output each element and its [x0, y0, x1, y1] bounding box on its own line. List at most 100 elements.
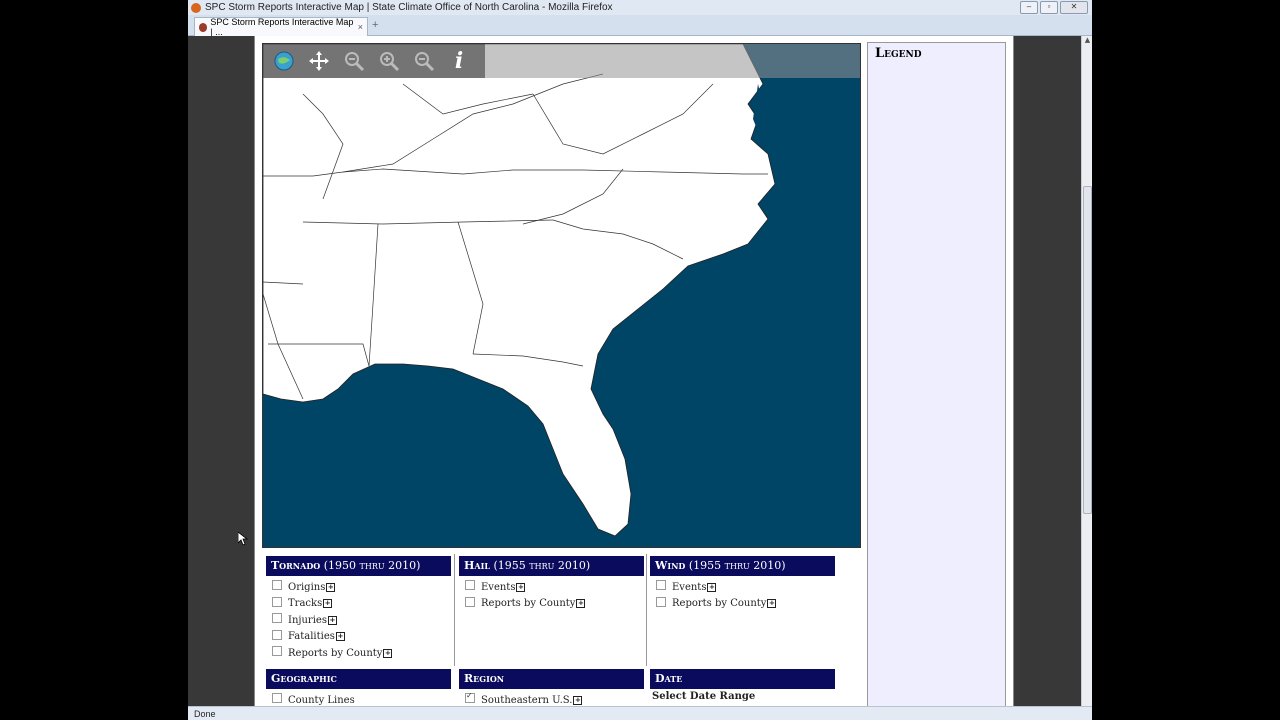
expand-icon[interactable]: +: [573, 695, 583, 705]
map-toolbar-strip: [485, 44, 860, 78]
tornado-title: Tornado: [271, 559, 321, 572]
hail-reports-by-county-option[interactable]: Reports by County +: [459, 596, 644, 613]
map-svg[interactable]: [263, 44, 860, 547]
close-button[interactable]: ✕: [1060, 1, 1088, 14]
favicon-icon: [199, 22, 208, 32]
panel-divider: [454, 554, 455, 666]
panel-divider: [646, 554, 647, 666]
wind-reports-by-county-option[interactable]: Reports by County +: [650, 596, 835, 613]
checkbox[interactable]: [272, 613, 282, 624]
option-label: Origins: [288, 581, 326, 593]
checkbox[interactable]: [272, 646, 282, 657]
globe-icon[interactable]: [271, 48, 297, 74]
geographic-header: Geographic: [266, 669, 451, 689]
region-header: Region: [459, 669, 644, 689]
tornado-origins-option[interactable]: Origins +: [266, 579, 451, 596]
southeastern-us-option[interactable]: Southeastern U.S.+: [459, 691, 644, 706]
checkbox[interactable]: [272, 580, 282, 591]
firefox-icon: [191, 2, 201, 13]
option-label: Reports by County: [288, 647, 383, 659]
page-viewport: i Legend Tornado (1950 thru 2010) Origin…: [188, 36, 1081, 706]
scroll-up-icon[interactable]: ▲: [1082, 36, 1092, 44]
tornado-panel: Tornado (1950 thru 2010) Origins + Tracks…: [266, 556, 451, 662]
option-label: County Lines: [288, 694, 355, 706]
expand-icon[interactable]: +: [326, 582, 336, 592]
option-label: Reports by County: [672, 598, 767, 610]
info-icon[interactable]: i: [446, 48, 472, 74]
select-date-range-label: Select Date Range: [652, 691, 756, 702]
expand-icon[interactable]: +: [516, 582, 526, 592]
zoom-in-icon[interactable]: [376, 48, 402, 74]
minimize-button[interactable]: –: [1020, 1, 1038, 14]
expand-icon[interactable]: +: [707, 582, 717, 592]
option-label: Tracks: [288, 598, 323, 610]
option-label: Southeastern U.S.: [481, 694, 573, 706]
tab-spc-storm-reports[interactable]: SPC Storm Reports Interactive Map | ... …: [194, 17, 368, 37]
option-label: Injuries: [288, 614, 327, 626]
wind-title: Wind: [655, 559, 686, 572]
hail-panel: Hail (1955 thru 2010) Events + Reports by…: [459, 556, 644, 612]
window-title: SPC Storm Reports Interactive Map | Stat…: [205, 2, 613, 13]
map-toolbar: i: [263, 44, 485, 78]
expand-icon[interactable]: +: [327, 615, 337, 625]
geographic-title: Geographic: [271, 672, 337, 685]
page-content: i Legend Tornado (1950 thru 2010) Origin…: [254, 36, 1014, 706]
legend-panel: Legend: [867, 42, 1006, 706]
expand-icon[interactable]: +: [335, 632, 345, 642]
storm-map[interactable]: i: [262, 43, 861, 548]
tab-close-icon[interactable]: ×: [358, 22, 363, 32]
tab-label: SPC Storm Reports Interactive Map | ...: [210, 17, 354, 37]
geographic-panel: Geographic County Lines: [266, 669, 451, 706]
browser-window: SPC Storm Reports Interactive Map | Stat…: [188, 0, 1092, 720]
option-label: Events: [672, 581, 707, 593]
window-controls: – ▫ ✕: [1020, 1, 1088, 14]
date-header: Date: [650, 669, 835, 689]
wind-panel: Wind (1955 thru 2010) Events + Reports by…: [650, 556, 835, 612]
zoom-out-icon[interactable]: [411, 48, 437, 74]
wind-header: Wind (1955 thru 2010): [650, 556, 835, 576]
wind-range: (1955 thru 2010): [688, 559, 786, 572]
option-label: Fatalities: [288, 631, 335, 643]
tornado-range: (1950 thru 2010): [323, 559, 421, 572]
info-glyph: i: [454, 48, 464, 74]
county-lines-option[interactable]: County Lines: [266, 692, 451, 706]
tornado-injuries-option[interactable]: Injuries +: [266, 612, 451, 629]
status-text: Done: [194, 709, 216, 719]
zoom-out-box-icon[interactable]: [341, 48, 367, 74]
region-panel: Region Southeastern U.S.+: [459, 669, 644, 706]
checkbox-checked[interactable]: [465, 691, 475, 704]
checkbox[interactable]: [465, 596, 475, 607]
checkbox[interactable]: [656, 596, 666, 607]
vertical-scrollbar[interactable]: ▲: [1081, 36, 1092, 706]
pan-icon[interactable]: [306, 48, 332, 74]
checkbox[interactable]: [465, 580, 475, 591]
date-title: Date: [655, 672, 683, 685]
tab-bar: SPC Storm Reports Interactive Map | ... …: [188, 15, 1092, 37]
hail-header: Hail (1955 thru 2010): [459, 556, 644, 576]
status-bar: Done: [188, 706, 1092, 720]
maximize-button[interactable]: ▫: [1040, 1, 1058, 14]
option-label: Reports by County: [481, 598, 576, 610]
tornado-tracks-option[interactable]: Tracks +: [266, 596, 451, 613]
wind-events-option[interactable]: Events +: [650, 579, 835, 596]
mouse-cursor-icon: [238, 532, 248, 546]
checkbox[interactable]: [272, 629, 282, 640]
checkbox[interactable]: [272, 596, 282, 607]
tornado-header: Tornado (1950 thru 2010): [266, 556, 451, 576]
checkbox[interactable]: [272, 693, 282, 704]
expand-icon[interactable]: +: [767, 599, 777, 609]
scrollbar-thumb[interactable]: [1083, 186, 1092, 514]
new-tab-button[interactable]: +: [372, 19, 378, 31]
expand-icon[interactable]: +: [383, 648, 393, 658]
expand-icon[interactable]: +: [323, 599, 333, 609]
hail-range: (1955 thru 2010): [493, 559, 591, 572]
checkbox[interactable]: [656, 580, 666, 591]
date-panel: Date Select Date Range: [650, 669, 835, 702]
legend-title: Legend: [875, 46, 922, 61]
hail-events-option[interactable]: Events +: [459, 579, 644, 596]
region-title: Region: [464, 672, 505, 685]
tornado-fatalities-option[interactable]: Fatalities +: [266, 629, 451, 646]
tornado-reports-by-county-option[interactable]: Reports by County +: [266, 645, 451, 662]
expand-icon[interactable]: +: [576, 599, 586, 609]
hail-title: Hail: [464, 559, 490, 572]
